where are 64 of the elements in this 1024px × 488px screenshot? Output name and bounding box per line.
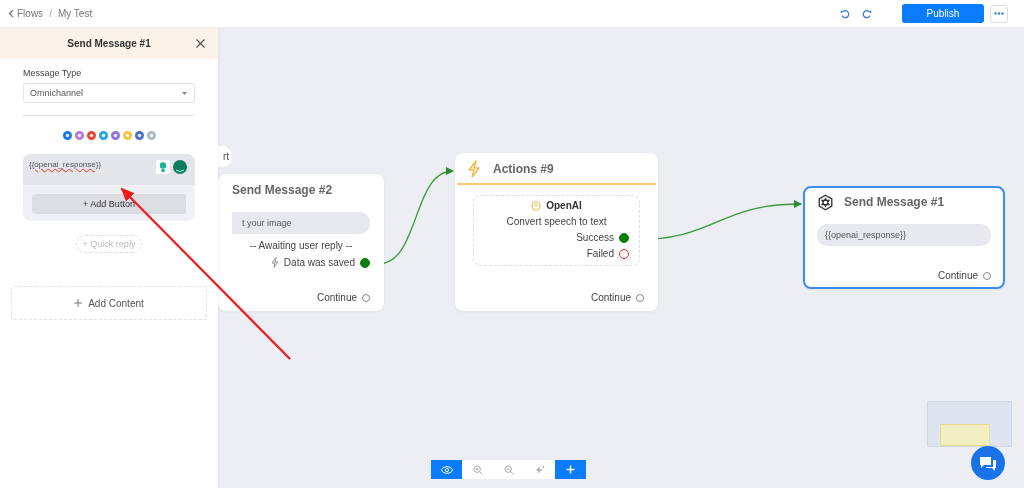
- back-icon: [8, 9, 14, 18]
- eye-icon: [440, 465, 453, 474]
- channel-icon[interactable]: [74, 131, 84, 140]
- output-port[interactable]: [983, 271, 991, 280]
- undo-icon[interactable]: [840, 8, 850, 19]
- add-node-button[interactable]: [555, 460, 586, 479]
- add-content-button[interactable]: Add Content: [11, 286, 207, 320]
- channel-icon[interactable]: [134, 131, 144, 140]
- channel-icon[interactable]: [62, 131, 72, 140]
- close-icon[interactable]: [196, 39, 205, 48]
- action-node[interactable]: Actions #9 OpenAI Convert speech to text Success Failed Continue: [455, 153, 658, 311]
- zoom-out-icon: [503, 464, 514, 475]
- output-port[interactable]: [636, 293, 644, 302]
- field-label: Message Type: [23, 68, 83, 78]
- plus-icon: [566, 465, 575, 474]
- output-port[interactable]: [619, 232, 629, 243]
- continue-label: Continue: [316, 292, 357, 303]
- bolt-icon: [270, 257, 279, 268]
- status-text: -- Awaiting user reply --: [248, 240, 354, 251]
- breadcrumb-current: My Test: [57, 8, 93, 19]
- message-bubble: {{openai_response}}: [817, 224, 991, 246]
- message-bubble: t your image: [232, 212, 370, 234]
- breadcrumb-separator: /: [49, 8, 52, 19]
- output-label: Success: [576, 232, 614, 243]
- minimap-node: [940, 424, 990, 446]
- channel-icon[interactable]: [98, 131, 108, 140]
- more-button[interactable]: [990, 4, 1008, 23]
- panel-title: Send Message #1: [67, 38, 151, 49]
- output-label: Data was saved: [283, 257, 355, 268]
- brain-icon: [531, 200, 542, 211]
- node-title: Send Message #1: [844, 195, 945, 209]
- chat-bubbles-icon: [978, 454, 998, 472]
- chat-button[interactable]: [971, 446, 1005, 480]
- back-link[interactable]: Flows: [8, 8, 44, 19]
- channel-icon[interactable]: [86, 131, 96, 140]
- avatar-icon[interactable]: [173, 160, 187, 174]
- start-node[interactable]: rt: [218, 146, 232, 167]
- lightning-icon: [467, 160, 481, 178]
- caret-icon: [182, 91, 187, 95]
- output-port[interactable]: [619, 248, 629, 259]
- publish-button[interactable]: Publish: [902, 4, 984, 23]
- add-button[interactable]: + Add Button: [32, 194, 186, 214]
- message-type-select[interactable]: Omnichannel: [23, 83, 195, 103]
- continue-label: Continue: [590, 292, 631, 303]
- output-port[interactable]: [360, 257, 370, 268]
- message-node[interactable]: Send Message #2 t your image -- Awaiting user reply -- Data was saved Continue: [218, 174, 384, 311]
- service-description: Convert speech to text: [505, 216, 608, 227]
- channel-icon[interactable]: [146, 131, 156, 140]
- redo-icon[interactable]: [862, 8, 872, 19]
- service-name: OpenAI: [546, 200, 582, 211]
- sparkle-icon: [534, 464, 545, 475]
- channel-icon[interactable]: [110, 131, 120, 140]
- dots-icon: [994, 12, 1004, 15]
- node-title: Actions #9: [493, 162, 554, 176]
- output-port[interactable]: [362, 293, 370, 302]
- node-title: Send Message #2: [232, 183, 333, 197]
- message-node[interactable]: Send Message #1 {{openai_response}} Continue: [803, 186, 1005, 289]
- plus-icon: [74, 299, 83, 307]
- view-button[interactable]: [431, 460, 462, 479]
- output-label: Failed: [586, 248, 614, 259]
- continue-label: Continue: [937, 270, 978, 281]
- hexagon-logo-icon: [817, 193, 834, 211]
- bulb-icon[interactable]: [156, 160, 170, 174]
- zoom-in-icon: [472, 464, 483, 475]
